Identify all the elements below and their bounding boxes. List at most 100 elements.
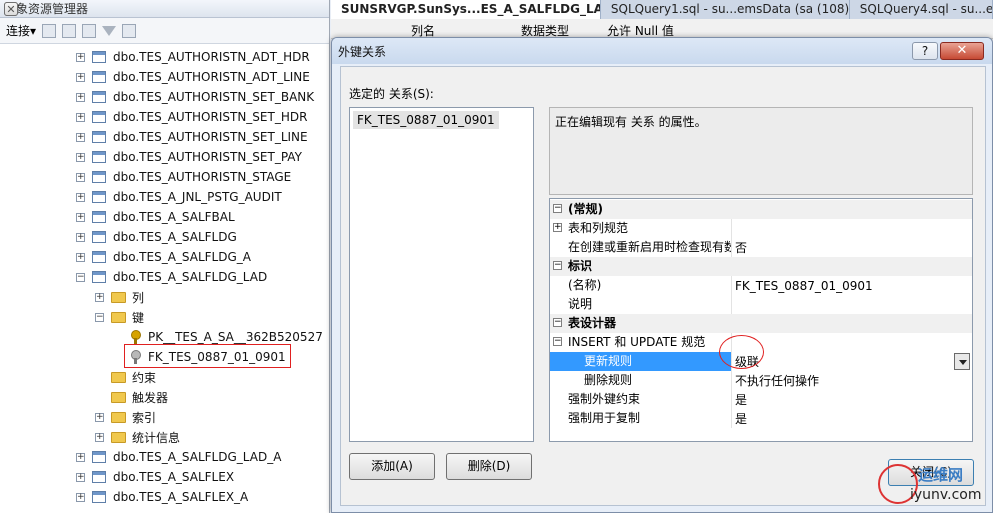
tree-node-label: dbo.TES_A_JNL_PSTG_AUDIT [113, 190, 282, 204]
disconnect-icon[interactable] [62, 23, 77, 38]
tree-node-label: 键 [132, 310, 145, 325]
property-row[interactable]: + 表和列规范 [550, 219, 972, 238]
delete-button[interactable]: 删除(D) [446, 453, 532, 480]
expand-icon[interactable]: + [553, 223, 562, 232]
collapse-icon[interactable]: − [95, 312, 104, 322]
expand-icon[interactable]: + [76, 492, 85, 502]
property-category[interactable]: − (常规) [550, 200, 972, 219]
collapse-icon[interactable]: − [76, 272, 85, 282]
expand-icon[interactable]: + [76, 132, 85, 142]
connect-icon[interactable] [42, 23, 57, 38]
expand-icon[interactable]: + [76, 192, 85, 202]
property-grid[interactable]: − (常规) + 表和列规范 在创建或重新启用时检查现有数据否 − 标识 (名称) FK_TES… [549, 198, 973, 442]
expand-icon[interactable]: + [76, 112, 85, 122]
expand-icon[interactable]: + [76, 172, 85, 182]
collapse-icon[interactable]: − [553, 337, 562, 346]
tree-node[interactable]: + dbo.TES_A_SALFLDG_A [76, 247, 251, 267]
expand-icon[interactable]: + [76, 152, 85, 162]
expand-icon[interactable]: + [95, 412, 104, 422]
editor-tab[interactable]: SQLQuery1.sql - su...emsData (sa (108))* [601, 0, 850, 19]
tree-node[interactable]: − dbo.TES_A_SALFLDG_LAD [76, 267, 267, 287]
tree-node[interactable]: + dbo.TES_A_SALFLEX [76, 467, 234, 487]
tree-node[interactable]: + 索引 [95, 407, 156, 427]
relations-list[interactable]: FK_TES_0887_01_0901 [349, 107, 534, 442]
property-name: 强制用于复制 [550, 409, 732, 428]
watermark-text: 运维网 [918, 466, 964, 484]
editor-tab[interactable]: SUNSRVGP.SunSys...ES_A_SALFLDG_LAD [331, 0, 601, 19]
foreign-key-dialog: 外键关系 ? ✕ 选定的 关系(S): FK_TES_0887_01_0901 … [331, 37, 993, 513]
dropdown-arrow-icon[interactable] [954, 353, 970, 370]
refresh-icon[interactable] [122, 23, 137, 38]
property-value[interactable]: 级联 [732, 353, 972, 370]
folder-icon [111, 291, 126, 303]
tree-node[interactable]: + dbo.TES_AUTHORISTN_SET_HDR [76, 107, 307, 127]
tree-node[interactable]: + dbo.TES_A_SALFBAL [76, 207, 235, 227]
help-button[interactable]: ? [912, 42, 938, 60]
filter-icon[interactable] [102, 25, 117, 36]
stop-icon[interactable] [82, 23, 97, 38]
collapse-icon[interactable]: − [553, 318, 562, 327]
property-row[interactable]: 说明 [550, 295, 972, 314]
tree-node[interactable]: + dbo.TES_A_SALFLDG_LAD_A [76, 447, 281, 467]
property-category[interactable]: − 表设计器 [550, 314, 972, 333]
tree-node[interactable]: 触发器 [111, 387, 168, 407]
selected-relations-label: 选定的 关系(S): [349, 87, 434, 101]
property-row[interactable]: 在创建或重新启用时检查现有数据否 [550, 238, 972, 257]
tree-node[interactable]: + 列 [95, 287, 144, 307]
add-button[interactable]: 添加(A) [349, 453, 435, 480]
expand-icon[interactable]: + [95, 292, 104, 302]
collapse-icon[interactable]: − [553, 261, 562, 270]
dialog-title: 外键关系 [338, 44, 387, 59]
tree-node[interactable]: − 键 [95, 307, 144, 327]
highlight-box [124, 344, 291, 368]
expand-icon[interactable]: + [76, 72, 85, 82]
table-icon [92, 271, 106, 283]
close-panel-icon[interactable]: ✕ [4, 1, 18, 16]
tree-node-label: dbo.TES_A_SALFLDG_LAD [113, 270, 268, 284]
property-row[interactable]: 删除规则 不执行任何操作 [550, 371, 972, 390]
tree-node[interactable]: + dbo.TES_A_JNL_PSTG_AUDIT [76, 187, 282, 207]
tree-node[interactable]: 约束 [111, 367, 156, 387]
property-value[interactable]: 否 [732, 239, 972, 256]
property-value[interactable]: FK_TES_0887_01_0901 [732, 279, 972, 293]
tree-node[interactable]: + dbo.TES_AUTHORISTN_SET_PAY [76, 147, 302, 167]
property-value[interactable]: 不执行任何操作 [732, 372, 972, 389]
property-value[interactable]: 是 [732, 391, 972, 408]
tree-node[interactable]: + dbo.TES_AUTHORISTN_SET_BANK [76, 87, 314, 107]
close-dialog-button[interactable]: ✕ [940, 42, 984, 60]
tree-node[interactable]: + 统计信息 [95, 427, 180, 447]
property-row[interactable]: 强制外键约束是 [550, 390, 972, 409]
property-row[interactable]: 强制用于复制是 [550, 409, 972, 428]
expand-icon[interactable]: + [76, 92, 85, 102]
expand-icon[interactable]: + [76, 252, 85, 262]
table-icon [92, 191, 106, 203]
property-name: 更新规则 [550, 352, 732, 371]
tree-node[interactable]: + dbo.TES_AUTHORISTN_STAGE [76, 167, 291, 187]
tree-node[interactable]: + dbo.TES_A_SALFLEX_A [76, 487, 248, 507]
tree-node-label: dbo.TES_A_SALFBAL [113, 210, 235, 224]
tree-node-label: dbo.TES_AUTHORISTN_STAGE [113, 170, 292, 184]
expand-icon[interactable]: + [76, 472, 85, 482]
relation-item[interactable]: FK_TES_0887_01_0901 [353, 111, 499, 129]
connect-button[interactable]: 连接▾ [6, 22, 36, 39]
expand-icon[interactable]: + [76, 452, 85, 462]
tree-node[interactable]: + dbo.TES_AUTHORISTN_ADT_HDR [76, 47, 310, 67]
expand-icon[interactable]: + [76, 52, 85, 62]
collapse-icon[interactable]: − [553, 204, 562, 213]
tree-node-label: PK__TES_A_SA__362B520527 [148, 330, 323, 344]
tree-node-label: dbo.TES_AUTHORISTN_SET_LINE [113, 130, 308, 144]
tree-node[interactable]: + dbo.TES_AUTHORISTN_ADT_LINE [76, 67, 310, 87]
expand-icon[interactable]: + [76, 232, 85, 242]
tree-node[interactable]: + dbo.TES_A_SALFLDG [76, 227, 237, 247]
editor-tab[interactable]: SQLQuery4.sql - su...e [850, 0, 993, 19]
table-icon [92, 451, 106, 463]
folder-icon [111, 311, 126, 323]
tree-node-label: 约束 [132, 370, 157, 385]
tree-node[interactable]: + dbo.TES_AUTHORISTN_SET_LINE [76, 127, 308, 147]
property-value[interactable]: 是 [732, 410, 972, 427]
column-grid-header: 列名 数据类型 允许 Null 值 [331, 19, 993, 39]
property-category[interactable]: − 标识 [550, 257, 972, 276]
expand-icon[interactable]: + [76, 212, 85, 222]
expand-icon[interactable]: + [95, 432, 104, 442]
property-row[interactable]: (名称) FK_TES_0887_01_0901 [550, 276, 972, 295]
